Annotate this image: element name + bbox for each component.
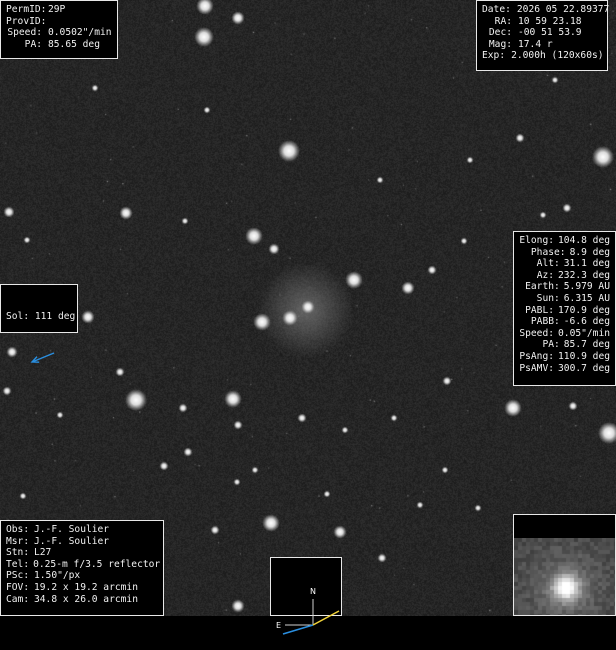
geometry-info-key: Elong:	[519, 235, 555, 246]
object-info-key: PA:	[24, 38, 42, 50]
observer-info-key: PSc:	[6, 570, 30, 582]
geometry-info-row: Alt: 31.1 deg	[519, 258, 610, 270]
sun-direction-arrow-icon	[30, 352, 55, 363]
time-info-row: Exp: 2.000h (120x60s)	[482, 50, 604, 62]
time-info-value: 2026 05 22.89377	[516, 4, 610, 15]
object-info-key: Speed:	[7, 27, 42, 39]
object-info-value: 29P	[48, 4, 66, 15]
geometry-info-key: PA:	[542, 339, 560, 351]
observer-info-key: Cam:	[6, 593, 30, 605]
geometry-info-key: PABL:	[525, 304, 555, 316]
time-info-row: Date: 2026 05 22.89377	[482, 4, 609, 16]
time-info-key: Mag:	[488, 38, 512, 50]
sun-vector-icon	[282, 624, 314, 635]
geometry-info-value: 85.7 deg	[563, 339, 610, 351]
geometry-info-row: Phase: 8.9 deg	[519, 247, 610, 259]
object-info-row: Speed: 0.0502"/min	[6, 27, 112, 39]
object-info-key: PermID:	[6, 4, 47, 15]
time-info-key: Exp:	[482, 50, 506, 62]
orientation-compass: N E	[270, 557, 342, 635]
geometry-info-value: 110.9 deg	[558, 350, 610, 362]
time-info-value: 10 59 23.18	[518, 15, 582, 27]
object-info-value: 0.0502"/min	[48, 27, 112, 39]
geometry-info-row: PABB: -6.6 deg	[519, 316, 610, 328]
object-info-row: ProvID:	[6, 16, 112, 28]
observer-info-panel: Obs: J.-F. Soulier Msr: J.-F. Soulier Stn: L2…	[0, 520, 164, 616]
geometry-info-value: 31.1 deg	[563, 258, 610, 270]
object-info-row: PA: 85.65 deg	[6, 39, 112, 51]
geometry-info-value: 170.9 deg	[558, 304, 610, 316]
observer-info-value: 1.50"/px	[34, 570, 81, 582]
geometry-info-row: Az: 232.3 deg	[519, 270, 610, 282]
observer-info-value: L27	[34, 547, 52, 559]
object-info-panel: PermID: 29P ProvID: Speed: 0.0502"/min PA: 85.…	[0, 0, 118, 59]
geometry-info-value: 5.979 AU	[563, 281, 610, 293]
observer-info-key: FOV:	[6, 581, 30, 593]
time-info-row: Mag: 17.4 r	[482, 39, 602, 51]
sun-direction-panel: Sol: 111 deg	[0, 284, 78, 363]
geometry-info-key: PABB:	[530, 316, 560, 328]
observer-info-row: PSc: 1.50"/px	[6, 570, 158, 582]
object-info-value	[42, 16, 48, 28]
time-info-row: RA: 10 59 23.18	[482, 16, 602, 28]
observer-info-key: Msr:	[6, 535, 30, 547]
geometry-info-value: 8.9 deg	[569, 246, 610, 258]
geometry-info-value: 0.05"/min	[558, 327, 610, 339]
observer-info-value: 34.8 x 26.0 arcmin	[34, 593, 138, 605]
target-zoom-thumbnail	[513, 514, 616, 616]
time-info-value: 17.4 r	[518, 38, 553, 50]
geometry-info-row: PA: 85.7 deg	[519, 339, 610, 351]
object-info-row: PermID: 29P	[6, 4, 112, 16]
geometry-info-row: PABL: 170.9 deg	[519, 305, 610, 317]
observer-info-row: Stn: L27	[6, 547, 158, 559]
observer-info-row: Tel: 0.25-m f/3.5 reflector	[6, 558, 161, 571]
observer-info-value: J.-F. Soulier	[34, 535, 110, 547]
time-info-row: Dec: -00 51 53.9	[482, 27, 602, 39]
geometry-info-row: PsAMV: 300.7 deg	[519, 363, 610, 375]
observer-info-value: 0.25-m f/3.5 reflector	[33, 558, 161, 570]
east-label: E	[276, 621, 281, 630]
observer-info-row: Obs: J.-F. Soulier	[6, 524, 158, 536]
geometry-info-row: Elong: 104.8 deg	[519, 235, 610, 247]
observation-time-panel: Date: 2026 05 22.89377 RA: 10 59 23.18 Dec: -…	[476, 0, 609, 71]
geometry-info-key: PsAng:	[519, 350, 555, 362]
geometry-info-value: 232.3 deg	[558, 269, 610, 281]
object-info-value: 85.65 deg	[48, 38, 100, 50]
geometry-info-key: Alt:	[536, 258, 560, 270]
geometry-info-key: Earth:	[525, 281, 560, 293]
observer-info-value: J.-F. Soulier	[34, 524, 110, 535]
geometry-info-row: Speed: 0.05"/min	[519, 328, 610, 340]
time-info-key: Dec:	[488, 27, 512, 39]
observer-info-row: Msr: J.-F. Soulier	[6, 536, 158, 548]
observer-info-row: Cam: 34.8 x 26.0 arcmin	[6, 594, 158, 606]
time-info-value: -00 51 53.9	[518, 27, 582, 39]
observer-info-key: Tel:	[6, 558, 30, 570]
observer-info-value: 19.2 x 19.2 arcmin	[34, 581, 138, 593]
sun-angle-label: Sol: 111 deg	[6, 311, 76, 323]
observer-info-row: FOV: 19.2 x 19.2 arcmin	[6, 582, 158, 594]
geometry-info-row: Sun: 6.315 AU	[519, 293, 610, 305]
observer-info-key: Stn:	[6, 547, 30, 559]
geometry-info-value: 6.315 AU	[563, 292, 610, 304]
geometry-info-panel: Elong: 104.8 deg Phase: 8.9 deg Alt: 31.1 deg…	[513, 231, 616, 386]
geometry-info-key: Sun:	[536, 292, 560, 304]
north-label: N	[310, 587, 316, 596]
geometry-info-key: Speed:	[519, 327, 555, 339]
object-info-key: ProvID:	[6, 15, 47, 27]
geometry-info-key: PsAMV:	[519, 362, 555, 374]
geometry-info-value: -6.6 deg	[563, 316, 610, 328]
time-info-key: Date:	[482, 4, 511, 15]
geometry-info-key: Az:	[536, 269, 555, 281]
time-info-key: RA:	[494, 15, 512, 27]
geometry-info-value: 104.8 deg	[558, 235, 610, 246]
geometry-info-row: Earth: 5.979 AU	[519, 281, 610, 293]
geometry-info-row: PsAng: 110.9 deg	[519, 351, 610, 363]
observer-info-key: Obs:	[6, 524, 30, 535]
geometry-info-key: Phase:	[530, 246, 566, 258]
target-zoom-image	[514, 538, 615, 615]
geometry-info-value: 300.7 deg	[558, 362, 610, 374]
time-info-value: 2.000h (120x60s)	[511, 50, 604, 62]
motion-vector-icon	[312, 610, 340, 626]
